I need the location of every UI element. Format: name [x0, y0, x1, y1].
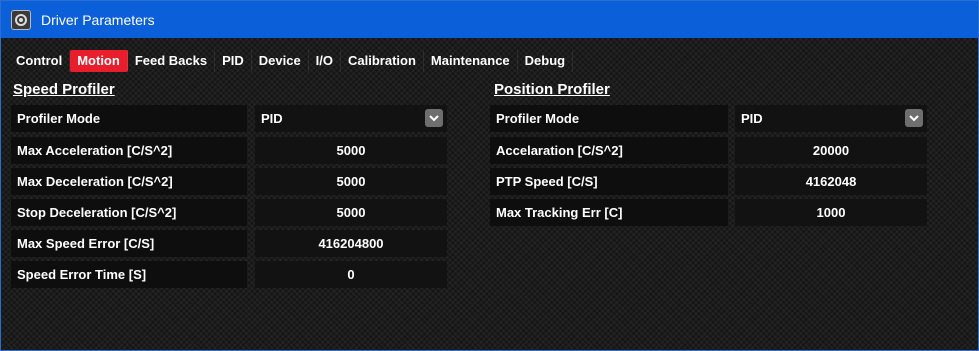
- speed-profiler-mode-select[interactable]: PID: [255, 105, 447, 132]
- position-acceleration-row: Accelaration [C/S^2]: [490, 137, 728, 164]
- position-profiler-mode-value: PID: [741, 111, 763, 126]
- position-profiler-mode-select[interactable]: PID: [735, 105, 927, 132]
- max-acceleration-input[interactable]: 5000: [255, 137, 447, 164]
- driver-parameters-window: Driver Parameters Control Motion Feed Ba…: [0, 0, 979, 351]
- position-profiler-mode-label: Profiler Mode: [490, 105, 728, 132]
- max-speed-error-label: Max Speed Error [C/S]: [11, 230, 247, 257]
- speed-profiler-mode-row: Profiler Mode: [11, 105, 247, 132]
- tab-debug[interactable]: Debug: [518, 50, 574, 72]
- position-acceleration-label: Accelaration [C/S^2]: [490, 137, 728, 164]
- tab-pid[interactable]: PID: [215, 50, 252, 72]
- stop-deceleration-label: Stop Deceleration [C/S^2]: [11, 199, 247, 226]
- tab-feed-backs[interactable]: Feed Backs: [128, 50, 216, 72]
- max-tracking-error-label: Max Tracking Err [C]: [490, 199, 728, 226]
- position-acceleration-input[interactable]: 20000: [735, 137, 927, 164]
- chevron-down-icon[interactable]: [905, 109, 923, 127]
- tab-bar: Control Motion Feed Backs PID Device I/O…: [9, 50, 574, 72]
- speed-error-time-row: Speed Error Time [S]: [11, 261, 247, 288]
- max-tracking-error-row: Max Tracking Err [C]: [490, 199, 728, 226]
- title-bar: Driver Parameters: [1, 1, 978, 38]
- max-deceleration-row: Max Deceleration [C/S^2]: [11, 168, 247, 195]
- position-profiler-title: Position Profiler: [494, 81, 610, 98]
- stop-deceleration-input[interactable]: 5000: [255, 199, 447, 226]
- max-deceleration-input[interactable]: 5000: [255, 168, 447, 195]
- position-profiler-mode-row: Profiler Mode: [490, 105, 728, 132]
- tab-calibration[interactable]: Calibration: [341, 50, 424, 72]
- max-tracking-error-input[interactable]: 1000: [735, 199, 927, 226]
- speed-error-time-input[interactable]: 0: [255, 261, 447, 288]
- chevron-down-icon[interactable]: [425, 109, 443, 127]
- tab-io[interactable]: I/O: [309, 50, 342, 72]
- speed-profiler-mode-value: PID: [261, 111, 283, 126]
- ptp-speed-label: PTP Speed [C/S]: [490, 168, 728, 195]
- max-acceleration-row: Max Acceleration [C/S^2]: [11, 137, 247, 164]
- window-title: Driver Parameters: [41, 11, 155, 28]
- stop-deceleration-row: Stop Deceleration [C/S^2]: [11, 199, 247, 226]
- tab-device[interactable]: Device: [252, 50, 309, 72]
- max-speed-error-input[interactable]: 416204800: [255, 230, 447, 257]
- speed-profiler-title: Speed Profiler: [13, 81, 115, 98]
- max-deceleration-label: Max Deceleration [C/S^2]: [11, 168, 247, 195]
- tab-motion[interactable]: Motion: [70, 50, 128, 72]
- max-acceleration-label: Max Acceleration [C/S^2]: [11, 137, 247, 164]
- tab-maintenance[interactable]: Maintenance: [424, 50, 518, 72]
- speed-error-time-label: Speed Error Time [S]: [11, 261, 247, 288]
- app-icon: [11, 9, 31, 30]
- max-speed-error-row: Max Speed Error [C/S]: [11, 230, 247, 257]
- ptp-speed-row: PTP Speed [C/S]: [490, 168, 728, 195]
- ptp-speed-input[interactable]: 4162048: [735, 168, 927, 195]
- speed-profiler-mode-label: Profiler Mode: [11, 105, 247, 132]
- tab-control[interactable]: Control: [9, 50, 71, 72]
